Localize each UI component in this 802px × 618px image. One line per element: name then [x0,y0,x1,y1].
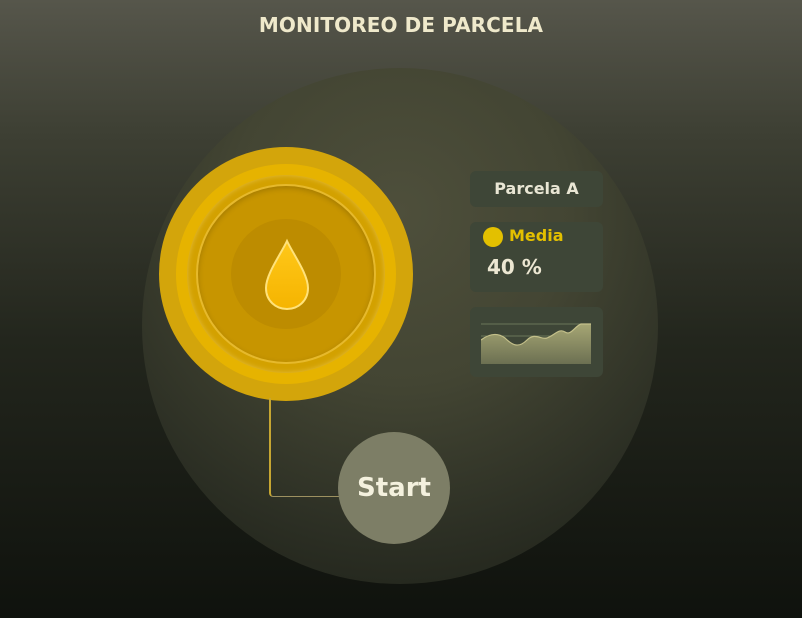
level-value: 40 % [487,255,542,279]
sparkline-chart-icon [481,323,591,364]
water-drop-icon [264,238,310,311]
level-label: Media [509,226,564,245]
connector-line [269,398,343,497]
moisture-level-card: Media 40 % [470,222,603,292]
trend-card[interactable] [470,307,603,377]
parcel-name-card[interactable]: Parcela A [470,171,603,207]
page-title: MONITOREO DE PARCELA [258,13,544,37]
start-button[interactable]: Start [338,432,450,544]
status-dot-icon [483,227,503,247]
